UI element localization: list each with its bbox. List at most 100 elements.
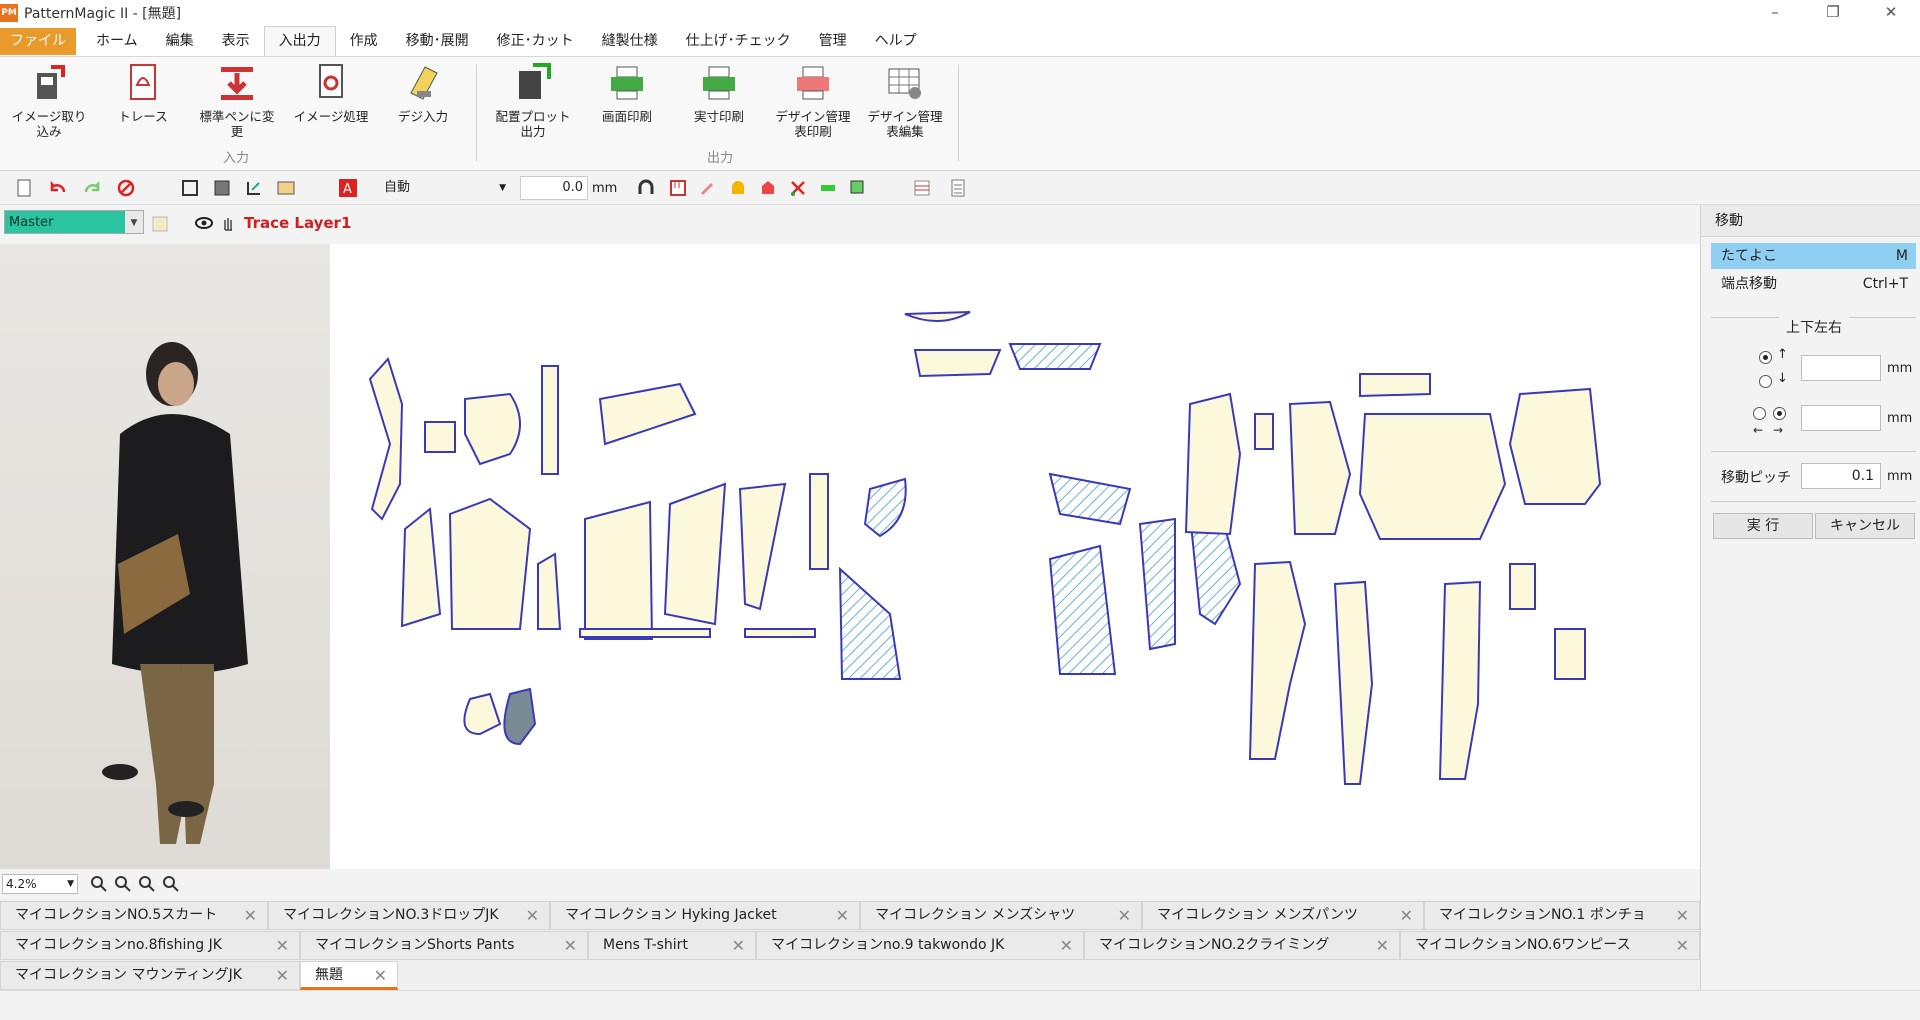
standard-pen-button[interactable]: 標準ペンに変更 bbox=[194, 63, 280, 139]
pattern-piece[interactable] bbox=[809, 473, 829, 570]
redo-icon[interactable] bbox=[82, 178, 102, 198]
close-icon[interactable]: ✕ bbox=[1118, 902, 1131, 929]
menu-modify[interactable]: 修正･カット bbox=[483, 27, 588, 56]
image-import-button[interactable]: イメージ取り込み bbox=[6, 63, 92, 139]
pattern-piece[interactable] bbox=[1438, 580, 1482, 780]
mode-select[interactable]: 自動 ▼ bbox=[380, 176, 510, 200]
length-input[interactable]: 0.0 bbox=[520, 176, 588, 200]
piece-icon[interactable] bbox=[818, 178, 838, 198]
pattern-piece[interactable] bbox=[913, 349, 1002, 378]
menu-sewing[interactable]: 縫製仕様 bbox=[588, 27, 672, 56]
close-icon[interactable]: ✕ bbox=[1400, 902, 1413, 929]
select-frame-icon[interactable] bbox=[180, 178, 200, 198]
menu-create[interactable]: 作成 bbox=[336, 27, 392, 56]
close-icon[interactable]: ✕ bbox=[1060, 932, 1073, 959]
bell-shape-icon[interactable] bbox=[728, 178, 748, 198]
pattern-piece[interactable] bbox=[1509, 563, 1536, 610]
pattern-piece[interactable] bbox=[400, 507, 442, 628]
scissors-icon[interactable] bbox=[788, 178, 808, 198]
doc-tab[interactable]: マイコレクション メンズパンツ ✕ bbox=[1142, 901, 1424, 930]
grid-icon[interactable] bbox=[912, 178, 932, 198]
hand-icon[interactable] bbox=[220, 214, 236, 232]
pattern-piece[interactable] bbox=[584, 500, 654, 640]
close-icon[interactable]: ✕ bbox=[836, 902, 849, 929]
horizontal-distance-input[interactable] bbox=[1801, 405, 1881, 431]
pin-icon[interactable] bbox=[698, 178, 718, 198]
doc-tab[interactable]: マイコレクションShorts Pants ✕ bbox=[300, 931, 588, 960]
vertical-distance-input[interactable] bbox=[1801, 355, 1881, 381]
pattern-piece[interactable] bbox=[1254, 413, 1274, 450]
pattern-piece[interactable] bbox=[368, 357, 404, 521]
close-icon[interactable]: ✕ bbox=[1862, 0, 1920, 26]
fill-frame-icon[interactable] bbox=[212, 178, 232, 198]
doc-tab[interactable]: マイコレクションNO.2クライミング ✕ bbox=[1084, 931, 1400, 960]
actual-print-button[interactable]: 実寸印刷 bbox=[676, 63, 762, 124]
close-icon[interactable]: ✕ bbox=[1376, 932, 1389, 959]
doc-tab-current[interactable]: 無題 ✕ bbox=[300, 961, 398, 990]
doc-tab[interactable]: マイコレクションno.9 takwondo JK ✕ bbox=[756, 931, 1084, 960]
trace-button[interactable]: トレース bbox=[100, 63, 186, 124]
minimize-icon[interactable]: – bbox=[1746, 0, 1804, 26]
pattern-piece[interactable] bbox=[1048, 544, 1117, 675]
zoom-select[interactable]: 4.2% ▼ bbox=[2, 874, 78, 894]
pattern-piece[interactable] bbox=[464, 392, 521, 466]
doc-tab[interactable]: マイコレクションNO.1 ポンチョ ✕ bbox=[1424, 901, 1700, 930]
close-icon[interactable]: ✕ bbox=[526, 902, 539, 929]
ruler-icon[interactable] bbox=[668, 178, 688, 198]
pattern-piece[interactable] bbox=[838, 566, 902, 680]
master-select[interactable]: Master ▼ bbox=[4, 210, 144, 234]
menu-move[interactable]: 移動･展開 bbox=[392, 27, 483, 56]
doc-tab[interactable]: マイコレクションNO.6ワンピース ✕ bbox=[1400, 931, 1700, 960]
layer-lock-icon[interactable] bbox=[150, 214, 170, 234]
new-file-icon[interactable] bbox=[14, 178, 34, 198]
image-process-button[interactable]: イメージ処理 bbox=[288, 63, 374, 124]
close-icon[interactable]: ✕ bbox=[276, 932, 289, 959]
pattern-piece[interactable] bbox=[1288, 400, 1352, 535]
pattern-piece[interactable] bbox=[1048, 472, 1132, 526]
menu-file[interactable]: ファイル bbox=[0, 27, 76, 55]
move-mode-vertical-horizontal[interactable]: たてよこ M bbox=[1711, 243, 1916, 269]
measure-icon[interactable] bbox=[244, 178, 264, 198]
pitch-input[interactable]: 0.1 bbox=[1801, 463, 1881, 489]
doc-tab[interactable]: マイコレクションNO.5スカート ✕ bbox=[0, 901, 268, 930]
pattern-piece[interactable] bbox=[1508, 387, 1602, 505]
pattern-piece[interactable] bbox=[744, 628, 816, 638]
menu-io[interactable]: 入出力 bbox=[263, 26, 336, 56]
zoom-fit-icon[interactable] bbox=[138, 875, 156, 893]
magnet-icon[interactable] bbox=[636, 178, 656, 198]
pattern-piece[interactable] bbox=[424, 421, 456, 453]
pattern-piece[interactable] bbox=[1248, 560, 1307, 760]
restore-icon[interactable]: ❐ bbox=[1804, 0, 1862, 26]
doc-tab[interactable]: Mens T-shirt ✕ bbox=[588, 931, 756, 960]
cancel-button[interactable]: キャンセル bbox=[1815, 513, 1915, 539]
pattern-piece[interactable] bbox=[1008, 343, 1102, 370]
menu-manage[interactable]: 管理 bbox=[805, 27, 861, 56]
close-icon[interactable]: ✕ bbox=[244, 902, 257, 929]
calculator-icon[interactable] bbox=[948, 178, 968, 198]
zoom-in-icon[interactable] bbox=[90, 875, 108, 893]
text-color-icon[interactable]: A bbox=[338, 178, 358, 198]
menu-home[interactable]: ホーム bbox=[82, 27, 152, 56]
doc-tab[interactable]: マイコレクションno.8fishing JK ✕ bbox=[0, 931, 300, 960]
digitizer-button[interactable]: デジ入力 bbox=[380, 63, 466, 124]
cancel-icon[interactable] bbox=[116, 178, 136, 198]
close-icon[interactable]: ✕ bbox=[1676, 902, 1689, 929]
close-icon[interactable]: ✕ bbox=[564, 932, 577, 959]
eye-icon[interactable] bbox=[194, 215, 214, 231]
execute-button[interactable]: 実 行 bbox=[1713, 513, 1813, 539]
pattern-piece[interactable] bbox=[503, 687, 537, 746]
close-icon[interactable]: ✕ bbox=[374, 962, 387, 989]
pattern-piece[interactable] bbox=[598, 382, 697, 446]
pattern-piece[interactable] bbox=[1184, 392, 1242, 536]
pattern-piece[interactable] bbox=[1359, 373, 1431, 398]
pattern-piece[interactable] bbox=[448, 497, 532, 630]
doc-tab[interactable]: マイコレクション メンズシャツ ✕ bbox=[860, 901, 1142, 930]
design-edit-button[interactable]: デザイン管理表編集 bbox=[862, 63, 948, 139]
menu-help[interactable]: ヘルプ bbox=[861, 27, 931, 56]
down-radio[interactable] bbox=[1759, 375, 1772, 388]
menu-finish[interactable]: 仕上げ･チェック bbox=[672, 27, 805, 56]
zoom-all-icon[interactable] bbox=[162, 875, 180, 893]
screen-print-button[interactable]: 画面印刷 bbox=[584, 63, 670, 124]
layers-icon[interactable] bbox=[848, 178, 868, 198]
design-print-button[interactable]: デザイン管理表印刷 bbox=[770, 63, 856, 139]
